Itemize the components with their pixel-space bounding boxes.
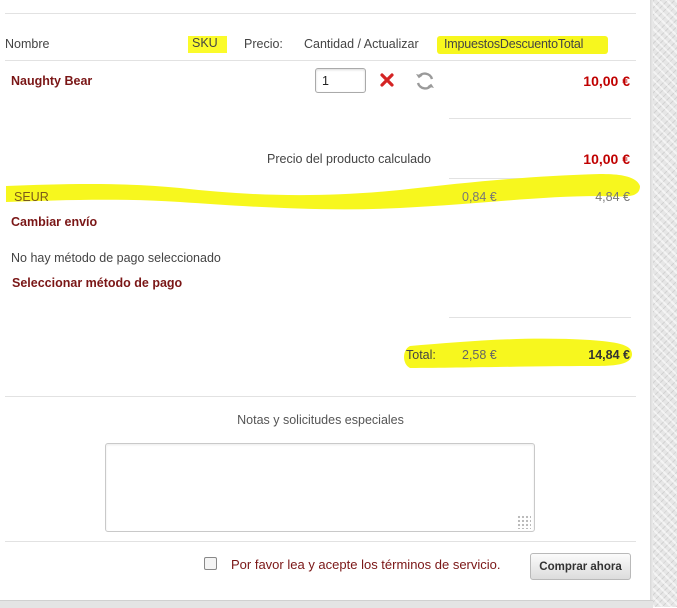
header-quantity: Cantidad / Actualizar: [304, 37, 419, 51]
resize-grip-icon[interactable]: [517, 515, 531, 529]
payment-divider: [449, 317, 631, 318]
product-calc-label: Precio del producto calculado: [267, 152, 431, 166]
item-divider: [449, 118, 631, 119]
shipping-total: 4,84 €: [595, 190, 630, 204]
refresh-icon[interactable]: [413, 69, 437, 96]
payment-none-selected: No hay método de pago seleccionado: [11, 251, 221, 265]
item-name[interactable]: Naughty Bear: [11, 74, 92, 88]
notes-divider: [5, 541, 636, 542]
grand-total: 14,84 €: [588, 348, 630, 362]
header-name: Nombre: [5, 37, 50, 51]
terms-checkbox[interactable]: [204, 557, 217, 570]
totals-divider: [5, 396, 636, 397]
header-price: Precio:: [244, 37, 283, 51]
quantity-input[interactable]: [315, 68, 366, 93]
header-taxes-discount-total: ImpuestosDescuentoTotal: [444, 37, 584, 51]
shipping-tax: 0,84 €: [462, 190, 497, 204]
buy-now-button[interactable]: Comprar ahora: [530, 553, 631, 580]
product-calc-value: 10,00 €: [583, 151, 630, 167]
change-shipping-link[interactable]: Cambiar envío: [11, 215, 97, 229]
background-pattern: [653, 0, 677, 607]
remove-x-icon[interactable]: [379, 72, 395, 91]
top-divider: [5, 13, 636, 14]
terms-link[interactable]: Por favor lea y acepte los términos de s…: [231, 557, 501, 572]
shipping-carrier: SEUR: [14, 190, 49, 204]
total-tax: 2,58 €: [462, 348, 497, 362]
header-divider: [5, 60, 636, 61]
notes-label: Notas y solicitudes especiales: [237, 413, 404, 427]
highlight-mark: [6, 174, 640, 210]
total-label: Total:: [406, 348, 436, 362]
select-payment-link[interactable]: Seleccionar método de pago: [12, 276, 182, 290]
notes-textarea[interactable]: [105, 443, 535, 532]
item-total: 10,00 €: [583, 73, 630, 89]
header-sku: SKU: [188, 36, 227, 53]
